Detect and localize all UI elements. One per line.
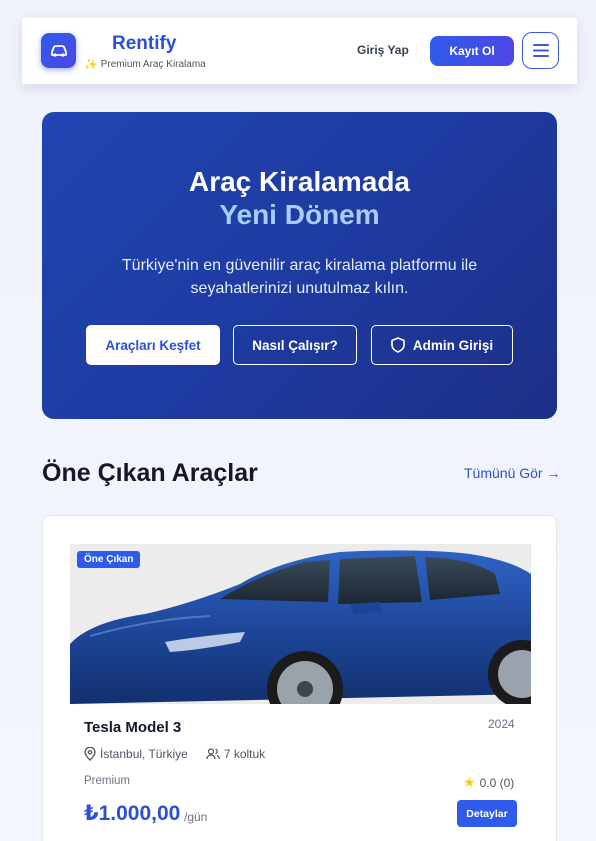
hero-subtitle: Türkiye'nin en güvenilir araç kiralama p…	[121, 257, 478, 297]
car-name[interactable]: Tesla Model 3	[84, 719, 181, 736]
featured-badge: Öne Çıkan	[77, 551, 141, 568]
signup-button[interactable]: Kayıt Ol	[430, 36, 514, 66]
how-it-works-label: Nasıl Çalışır?	[252, 337, 338, 353]
how-it-works-button[interactable]: Nasıl Çalışır?	[233, 325, 357, 365]
car-card[interactable]: Öne Çıkan Tesla Model 3 2024 İstanbul, T…	[42, 515, 557, 841]
admin-login-label: Admin Girişi	[412, 337, 494, 353]
location-pin-icon	[84, 747, 96, 761]
users-icon	[206, 748, 220, 760]
featured-section-title: Öne Çıkan Araçlar	[42, 459, 258, 487]
car-class: Premium	[84, 775, 131, 787]
top-navbar: Rentify ✨ Premium Araç Kiralama Giriş Ya…	[22, 18, 577, 84]
car-price-unit: /gün	[184, 810, 208, 824]
car-photo-illustration	[70, 544, 531, 704]
logo-button[interactable]	[41, 33, 76, 68]
explore-cars-button[interactable]: Araçları Keşfet	[86, 325, 220, 365]
star-icon: ★	[463, 774, 476, 790]
brand-name[interactable]: Rentify	[112, 33, 176, 55]
car-year: 2024	[488, 717, 515, 731]
brand-tagline: ✨ Premium Araç Kiralama	[84, 58, 206, 71]
car-image[interactable]: Öne Çıkan	[70, 544, 531, 704]
login-link[interactable]: Giriş Yap	[357, 43, 409, 57]
hero-section: Araç Kiralamada Yeni Dönem Türkiye'nin e…	[42, 112, 557, 419]
car-location: İstanbul, Türkiye	[100, 747, 188, 761]
hero-title-highlight: Yeni Dönem	[219, 199, 380, 230]
see-all-link[interactable]: Tümünü Gör →	[464, 465, 560, 481]
car-meta: İstanbul, Türkiye 7 koltuk	[84, 747, 265, 761]
car-seats: 7 koltuk	[223, 747, 266, 761]
admin-login-button[interactable]: Admin Girişi	[371, 325, 513, 365]
sparkle-icon: ✨	[84, 59, 98, 71]
car-icon	[50, 44, 67, 57]
hero-title: Araç Kiralamada	[188, 166, 410, 197]
menu-button[interactable]	[522, 32, 559, 69]
explore-cars-label: Araçları Keşfet	[105, 337, 201, 353]
car-price: ₺1.000,00	[84, 802, 181, 825]
car-rating: ★ 0.0 (0)	[463, 774, 514, 791]
hamburger-menu-icon	[532, 44, 549, 57]
shield-icon	[391, 337, 405, 353]
car-rating-value: 0.0 (0)	[479, 775, 515, 790]
details-button[interactable]: Detaylar	[457, 800, 517, 827]
brand-tagline-text: Premium Araç Kiralama	[100, 59, 206, 70]
